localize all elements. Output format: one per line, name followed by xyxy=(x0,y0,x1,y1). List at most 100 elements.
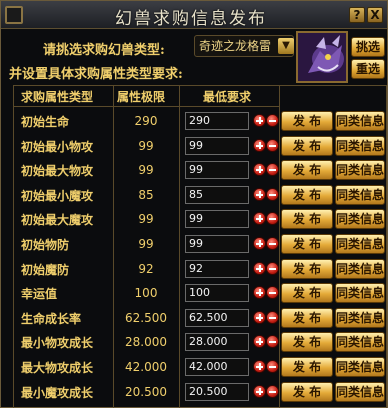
min-value-input[interactable]: 62.500 xyxy=(185,308,249,327)
table-row: 初始最小魔攻 85 85 发 布同类信息 xyxy=(13,183,387,207)
plus-icon[interactable] xyxy=(253,310,266,324)
set-attributes-label: 并设置具体求购属性类型要求: xyxy=(9,67,183,82)
min-value-input[interactable]: 99 xyxy=(185,161,249,180)
publish-button[interactable]: 发 布 xyxy=(281,357,333,377)
reset-button[interactable]: 重选 xyxy=(351,59,385,79)
same-info-button[interactable]: 同类信息 xyxy=(335,234,385,254)
minus-icon[interactable] xyxy=(266,335,279,349)
title-bar: 幻兽求购信息发布 ? X xyxy=(1,1,387,29)
publish-button[interactable]: 发 布 xyxy=(281,283,333,304)
attribute-limit: 99 xyxy=(138,212,154,227)
minus-icon[interactable] xyxy=(266,237,279,250)
publish-button[interactable]: 发 布 xyxy=(281,135,333,156)
same-info-button[interactable]: 同类信息 xyxy=(335,135,385,156)
attribute-limit: 92 xyxy=(138,261,154,276)
minus-icon[interactable] xyxy=(266,163,279,177)
attribute-name: 生命成长率 xyxy=(21,311,82,326)
plus-icon[interactable] xyxy=(253,286,266,300)
plus-icon[interactable] xyxy=(253,360,266,373)
same-info-button[interactable]: 同类信息 xyxy=(335,357,385,377)
attribute-name: 最大物攻成长 xyxy=(21,361,94,375)
table-row: 最大物攻成长 42.000 42.000 发 布同类信息 xyxy=(13,355,387,379)
publish-button[interactable]: 发 布 xyxy=(281,184,333,205)
publish-button[interactable]: 发 布 xyxy=(281,111,333,131)
plus-icon[interactable] xyxy=(253,237,266,250)
table-header: 求购属性类型 属性极限 最低要求 xyxy=(13,85,279,107)
table-row: 初始物防 99 99 发 布同类信息 xyxy=(13,232,387,256)
same-info-button[interactable]: 同类信息 xyxy=(335,209,385,230)
minus-icon[interactable] xyxy=(266,384,279,398)
pet-portrait xyxy=(296,31,348,83)
min-value-input[interactable]: 99 xyxy=(185,210,249,229)
table-row: 初始最大魔攻 99 99 发 布同类信息 xyxy=(13,207,387,231)
plus-icon[interactable] xyxy=(253,384,266,398)
plus-icon[interactable] xyxy=(253,212,266,226)
min-value-input[interactable]: 99 xyxy=(185,136,249,155)
same-info-button[interactable]: 同类信息 xyxy=(335,332,385,353)
window-menu-icon xyxy=(5,6,23,24)
table-row: 初始最小物攻 99 99 发 布同类信息 xyxy=(13,134,387,158)
table-row: 初始生命 290 290 发 布同类信息 xyxy=(13,109,387,133)
min-value-input[interactable]: 99 xyxy=(185,235,249,253)
attribute-name: 幸运值 xyxy=(21,287,58,302)
attribute-limit: 99 xyxy=(138,237,154,251)
attribute-limit: 42.000 xyxy=(125,360,167,374)
attribute-limit: 99 xyxy=(138,138,154,153)
same-info-button[interactable]: 同类信息 xyxy=(335,258,385,279)
minus-icon[interactable] xyxy=(266,114,279,127)
minus-icon[interactable] xyxy=(266,286,279,300)
pet-purchase-window: 幻兽求购信息发布 ? X 请挑选求购幻兽类型: 奇迹之龙格雷 ▼ 挑选 重选 并… xyxy=(0,0,388,408)
min-value-input[interactable]: 92 xyxy=(185,259,249,278)
header-attr: 求购属性类型 xyxy=(21,90,94,104)
table-row: 初始最大物攻 99 99 发 布同类信息 xyxy=(13,158,387,182)
same-info-button[interactable]: 同类信息 xyxy=(335,381,385,402)
plus-icon[interactable] xyxy=(253,335,266,349)
help-button[interactable]: ? xyxy=(349,7,365,23)
same-info-button[interactable]: 同类信息 xyxy=(335,160,385,181)
close-button[interactable]: X xyxy=(367,7,383,23)
min-value-input[interactable]: 20.500 xyxy=(185,382,249,401)
same-info-button[interactable]: 同类信息 xyxy=(335,307,385,328)
attribute-name: 初始最大魔攻 xyxy=(21,213,94,228)
attribute-name: 初始最大物攻 xyxy=(21,164,94,179)
minus-icon[interactable] xyxy=(266,212,279,226)
minus-icon[interactable] xyxy=(266,187,279,201)
same-info-button[interactable]: 同类信息 xyxy=(335,283,385,304)
attribute-limit: 99 xyxy=(138,163,154,178)
plus-icon[interactable] xyxy=(253,187,266,201)
header-min: 最低要求 xyxy=(203,90,252,104)
plus-icon[interactable] xyxy=(253,138,266,152)
publish-button[interactable]: 发 布 xyxy=(281,381,333,402)
min-value-input[interactable]: 85 xyxy=(185,185,249,204)
min-value-input[interactable]: 42.000 xyxy=(185,358,249,376)
publish-button[interactable]: 发 布 xyxy=(281,332,333,353)
attribute-name: 初始最小物攻 xyxy=(21,139,94,154)
minus-icon[interactable] xyxy=(266,261,279,275)
attribute-limit: 28.000 xyxy=(125,335,167,350)
attribute-name: 最小魔攻成长 xyxy=(21,385,94,400)
attribute-limit: 62.500 xyxy=(125,310,167,325)
publish-button[interactable]: 发 布 xyxy=(281,307,333,328)
plus-icon[interactable] xyxy=(253,114,266,127)
minus-icon[interactable] xyxy=(266,310,279,324)
table-row: 生命成长率 62.500 62.500 发 布同类信息 xyxy=(13,306,387,330)
min-value-input[interactable]: 100 xyxy=(185,284,249,303)
plus-icon[interactable] xyxy=(253,163,266,177)
chevron-down-icon[interactable]: ▼ xyxy=(278,38,294,54)
choose-button[interactable]: 挑选 xyxy=(351,37,385,57)
attribute-name: 初始魔防 xyxy=(21,262,70,277)
minus-icon[interactable] xyxy=(266,360,279,373)
min-value-input[interactable]: 28.000 xyxy=(185,333,249,352)
publish-button[interactable]: 发 布 xyxy=(281,160,333,181)
attribute-limit: 20.500 xyxy=(125,384,167,399)
publish-button[interactable]: 发 布 xyxy=(281,258,333,279)
publish-button[interactable]: 发 布 xyxy=(281,234,333,254)
same-info-button[interactable]: 同类信息 xyxy=(335,111,385,131)
attribute-limit: 100 xyxy=(134,286,158,301)
minus-icon[interactable] xyxy=(266,138,279,152)
min-value-input[interactable]: 290 xyxy=(185,112,249,130)
attribute-name: 初始生命 xyxy=(21,115,70,129)
publish-button[interactable]: 发 布 xyxy=(281,209,333,230)
plus-icon[interactable] xyxy=(253,261,266,275)
same-info-button[interactable]: 同类信息 xyxy=(335,184,385,205)
